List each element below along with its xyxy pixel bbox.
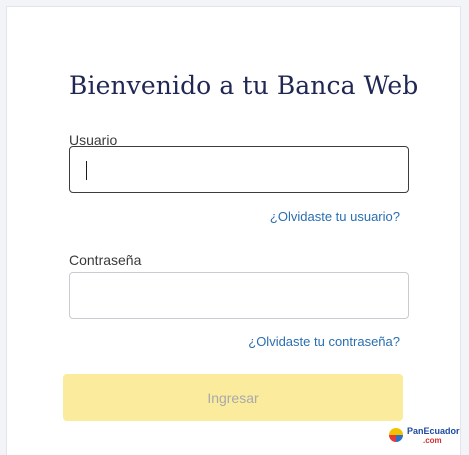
username-field[interactable] <box>69 146 409 193</box>
password-label: Contraseña <box>69 252 142 268</box>
forgot-username-link[interactable]: ¿Olvidaste tu usuario? <box>270 209 400 224</box>
submit-button[interactable]: Ingresar <box>63 374 403 421</box>
watermark-name: PanEcuador <box>407 426 460 436</box>
username-input[interactable] <box>70 147 408 192</box>
text-caret <box>86 161 87 180</box>
login-card: Bienvenido a tu Banca Web Usuario ¿Olvid… <box>6 6 461 455</box>
password-input[interactable] <box>70 273 408 318</box>
page-title: Bienvenido a tu Banca Web <box>69 71 419 100</box>
password-field[interactable] <box>69 272 409 319</box>
globe-icon <box>389 428 403 442</box>
watermark-tld: .com <box>423 436 442 445</box>
watermark-logo: PanEcuador .com <box>389 425 460 447</box>
forgot-password-link[interactable]: ¿Olvidaste tu contraseña? <box>248 334 400 349</box>
